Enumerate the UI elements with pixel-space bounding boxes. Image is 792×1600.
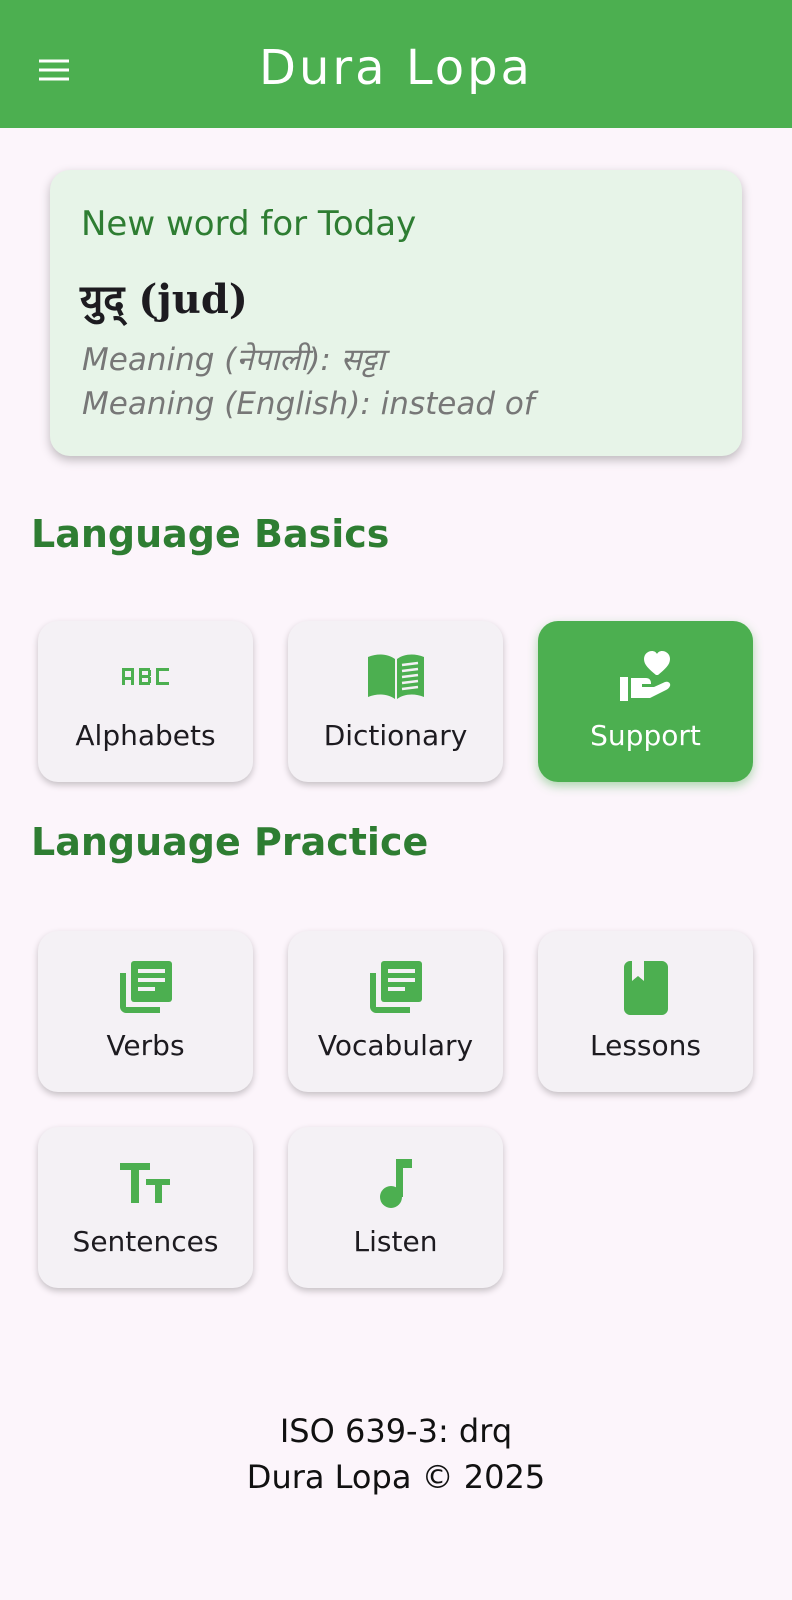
word-of-the-day-heading: New word for Today	[81, 204, 417, 244]
tile-listen[interactable]: Listen	[288, 1127, 503, 1288]
footer-copyright: Dura Lopa © 2025	[246, 1458, 546, 1496]
section-title-basics: Language Basics	[31, 512, 390, 556]
tile-vocabulary[interactable]: Vocabulary	[288, 931, 503, 1092]
footer-iso-code: ISO 639-3: drq	[279, 1412, 513, 1450]
meaning-nepali: Meaning (नेपाली): सट्टा	[82, 342, 385, 378]
meaning-english: Meaning (English): instead of	[82, 386, 535, 422]
tile-label: Listen	[353, 1225, 438, 1258]
section-title-practice: Language Practice	[31, 820, 429, 864]
tile-label: Lessons	[590, 1029, 701, 1062]
tile-dictionary[interactable]: Dictionary	[288, 621, 503, 782]
bookmark-book-icon	[623, 961, 668, 1015]
music-note-icon	[379, 1159, 412, 1208]
app-bar: Dura Lopa	[0, 0, 792, 128]
tile-label: Support	[590, 719, 701, 752]
app-title: Dura Lopa	[259, 40, 533, 96]
tile-label: Alphabets	[75, 719, 216, 752]
library-books-icon	[369, 961, 422, 1013]
tile-label: Sentences	[72, 1225, 219, 1258]
tile-verbs[interactable]: Verbs	[38, 931, 253, 1092]
tile-alphabets[interactable]: Alphabets	[38, 621, 253, 782]
tile-sentences[interactable]: Sentences	[38, 1127, 253, 1288]
word-of-the-day-card[interactable]: New word for Today युद् (jud) Meaning (न…	[50, 170, 742, 456]
book-icon	[367, 654, 424, 699]
tile-support[interactable]: Support	[538, 621, 753, 782]
abc-icon	[121, 668, 169, 685]
tile-label: Dictionary	[323, 719, 468, 752]
tile-label: Verbs	[106, 1029, 185, 1062]
volunteer-heart-icon	[619, 651, 670, 701]
library-books-icon	[119, 961, 172, 1013]
word-of-the-day-word: युद् (jud)	[80, 276, 248, 323]
tile-label: Vocabulary	[317, 1029, 474, 1062]
text-fields-icon	[119, 1163, 170, 1203]
tile-lessons[interactable]: Lessons	[538, 931, 753, 1092]
